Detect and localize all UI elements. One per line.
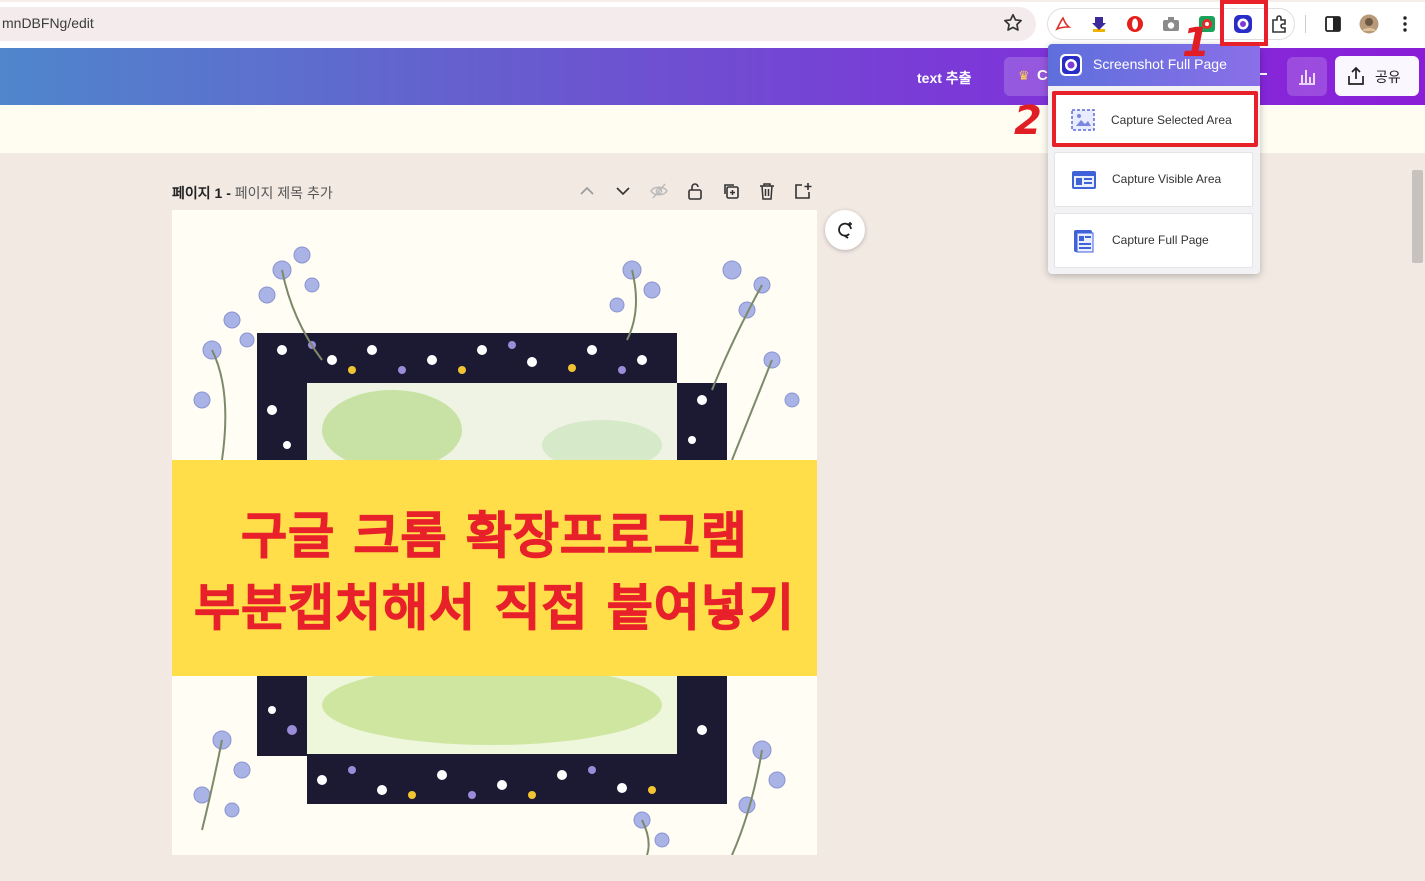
camera-icon[interactable] xyxy=(1161,14,1181,34)
banner-title-line1[interactable]: 구글 크롬 확장프로그램 xyxy=(172,496,817,568)
download-arrow-icon[interactable] xyxy=(1089,14,1109,34)
premium-label: C xyxy=(1037,67,1048,84)
page-number-label: 페이지 1 - xyxy=(172,185,235,201)
chevron-up-icon[interactable] xyxy=(578,182,596,200)
step-2-marker: 2 xyxy=(1014,98,1042,144)
toolbar-separator xyxy=(1305,15,1306,33)
opera-icon[interactable] xyxy=(1125,14,1145,34)
capture-selected-area-button[interactable]: Capture Selected Area xyxy=(1052,91,1258,147)
page-title-placeholder[interactable]: 페이지 제목 추가 xyxy=(235,185,333,201)
star-icon[interactable] xyxy=(1002,12,1024,34)
address-bar[interactable] xyxy=(0,7,1036,41)
tab-strip-edge xyxy=(0,0,1425,2)
add-page-icon[interactable] xyxy=(794,182,812,200)
design-canvas[interactable]: 구글 크롬 확장프로그램 부분캡처해서 직접 붙여넣기 xyxy=(172,210,817,855)
title-banner[interactable]: 구글 크롬 확장프로그램 부분캡처해서 직접 붙여넣기 xyxy=(172,460,817,676)
puzzle-extensions-icon[interactable] xyxy=(1269,14,1289,34)
refresh-design-button[interactable] xyxy=(825,210,865,250)
extension-highlight-box xyxy=(1220,0,1268,46)
chevron-down-icon[interactable] xyxy=(614,182,632,200)
screenshot-extension-icon xyxy=(1060,54,1082,76)
hide-eye-icon[interactable] xyxy=(650,182,668,200)
page-title[interactable]: 페이지 1 - 페이지 제목 추가 xyxy=(172,183,333,203)
acrobat-icon[interactable] xyxy=(1053,14,1073,34)
share-button[interactable]: 공유 xyxy=(1335,56,1419,96)
trash-icon[interactable] xyxy=(758,182,776,200)
capture-full-page-label: Capture Full Page xyxy=(1112,233,1209,247)
refresh-icon xyxy=(838,222,852,239)
full-page-icon xyxy=(1074,230,1094,253)
visible-area-icon xyxy=(1072,171,1096,189)
crown-icon: ♛ xyxy=(1018,68,1030,83)
insights-button[interactable] xyxy=(1287,57,1327,96)
browser-toolbar: mnDBFNg/edit xyxy=(0,0,1425,48)
lock-icon[interactable] xyxy=(686,182,704,200)
duplicate-icon[interactable] xyxy=(722,182,740,200)
capture-selected-area-label: Capture Selected Area xyxy=(1111,113,1232,127)
header-divider xyxy=(1259,73,1267,75)
select-area-icon xyxy=(1071,109,1095,131)
step-1-marker: 1 xyxy=(1182,20,1210,66)
text-extract-button[interactable]: text 추출 xyxy=(917,68,972,88)
url-text[interactable]: mnDBFNg/edit xyxy=(2,15,94,31)
bar-chart-icon xyxy=(1299,70,1315,85)
capture-visible-area-button[interactable]: Capture Visible Area xyxy=(1054,152,1253,207)
capture-full-page-button[interactable]: Capture Full Page xyxy=(1054,213,1253,268)
banner-title-line2[interactable]: 부분캡처해서 직접 붙여넣기 xyxy=(172,568,817,640)
upload-icon xyxy=(1348,66,1364,85)
profile-avatar[interactable] xyxy=(1359,14,1379,34)
share-label: 공유 xyxy=(1375,69,1401,85)
screenshot-extension-popup: Screenshot Full Page Capture Selected Ar… xyxy=(1048,44,1260,274)
capture-visible-area-label: Capture Visible Area xyxy=(1112,172,1222,186)
scrollbar-thumb[interactable] xyxy=(1412,170,1423,263)
popup-header: Screenshot Full Page xyxy=(1048,44,1260,86)
side-panel-icon[interactable] xyxy=(1323,14,1343,34)
menu-dots-icon[interactable] xyxy=(1395,14,1415,34)
